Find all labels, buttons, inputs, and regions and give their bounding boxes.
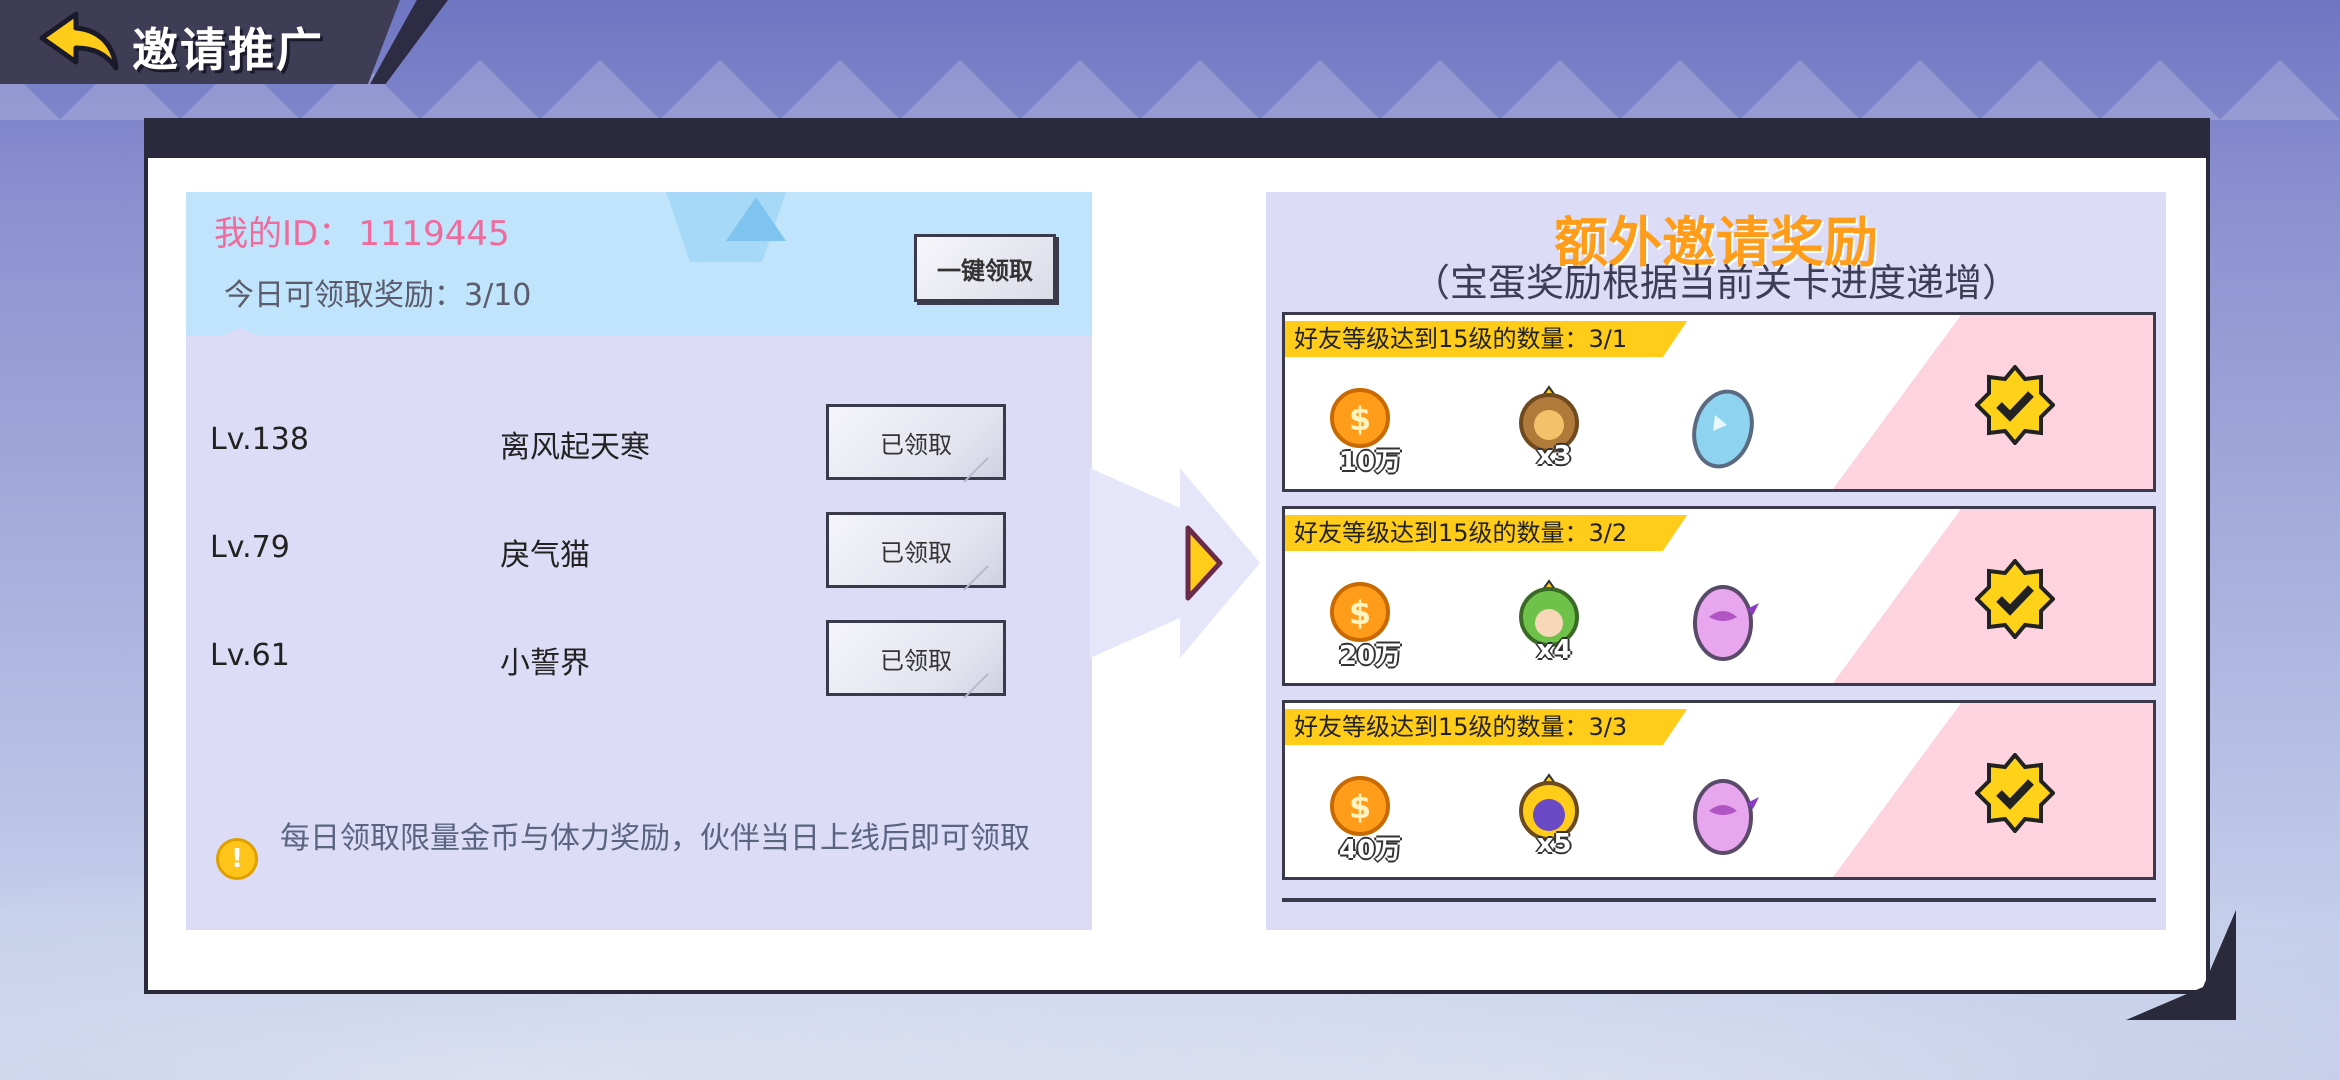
claimed-button[interactable]: 已领取 [826, 404, 1006, 480]
reward-condition: 好友等级达到15级的数量：3/3 [1285, 709, 1688, 745]
svg-text:$: $ [1349, 400, 1371, 438]
egg-reward[interactable] [1685, 385, 1765, 469]
hero-quantity: x4 [1536, 635, 1572, 665]
back-arrow-icon [39, 11, 119, 71]
friend-row: Lv.138 离风起天寒 已领取 [210, 404, 1050, 480]
reward-card: 好友等级达到15级的数量：3/2 $ 20万 x4 [1282, 506, 2156, 686]
purple-egg-icon [1693, 779, 1759, 855]
claim-all-button[interactable]: 一键领取 [914, 234, 1056, 302]
invite-friends-section: 我的ID： 1119445 今日可领取奖励：3/10 一键领取 Lv.138 离风… [186, 192, 1092, 930]
claimed-button[interactable]: 已领取 [826, 620, 1006, 696]
coin-reward[interactable]: $ 20万 [1325, 579, 1405, 671]
coin-amount: 20万 [1338, 641, 1402, 671]
transfer-arrow-icon [1090, 468, 1260, 658]
reward-condition: 好友等级达到15级的数量：3/2 [1285, 515, 1688, 551]
hero-reward[interactable]: x3 [1509, 385, 1589, 471]
info-note-text: 每日领取限量金币与体力奖励，伙伴当日上线后即可领取 [280, 821, 1030, 856]
friend-name: 小誓界 [500, 646, 590, 681]
egg-reward[interactable] [1685, 773, 1765, 855]
panel-top-bar [148, 122, 2206, 158]
back-button[interactable] [36, 8, 126, 74]
egg-reward[interactable] [1685, 579, 1765, 661]
blue-egg-icon [1692, 389, 1754, 469]
claimed-check-icon [1975, 559, 2055, 639]
extra-rewards-subtitle: （宝蛋奖励根据当前关卡进度递增） [1411, 261, 2020, 305]
svg-text:$: $ [1349, 594, 1371, 632]
hero-quantity: x3 [1536, 441, 1572, 471]
page-title: 邀请推广 [132, 23, 324, 77]
hero-reward[interactable]: x5 [1509, 773, 1589, 859]
next-card-edge [1282, 898, 2156, 902]
claimed-button[interactable]: 已领取 [826, 512, 1006, 588]
hero-reward[interactable]: x4 [1509, 579, 1589, 665]
reward-card: 好友等级达到15级的数量：3/3 $ 40万 x5 [1282, 700, 2156, 880]
coin-reward[interactable]: $ 10万 [1325, 385, 1405, 477]
friend-row: Lv.61 小誓界 已领取 [210, 620, 1050, 696]
friend-row: Lv.79 戾气猫 已领取 [210, 512, 1050, 588]
my-id-value[interactable]: 1119445 [358, 214, 509, 254]
exclamation-icon: ! [216, 838, 258, 880]
friend-name: 离风起天寒 [500, 430, 650, 465]
friend-level: Lv.138 [210, 422, 309, 457]
claimed-check-icon [1975, 753, 2055, 833]
hero-quantity: x5 [1536, 829, 1572, 859]
purple-egg-icon [1693, 585, 1759, 661]
coin-amount: 10万 [1338, 447, 1402, 477]
reward-condition: 好友等级达到15级的数量：3/1 [1285, 321, 1688, 357]
today-reward-count: 今日可领取奖励：3/10 [224, 278, 532, 313]
claimed-check-icon [1975, 365, 2055, 445]
coin-amount: 40万 [1338, 835, 1402, 865]
friend-level: Lv.79 [210, 530, 290, 565]
reward-card: 好友等级达到15级的数量：3/1 $ 10万 x3 [1282, 312, 2156, 492]
coin-reward[interactable]: $ 40万 [1325, 773, 1405, 865]
svg-text:$: $ [1349, 788, 1371, 826]
extra-rewards-section: 额外邀请奖励 （宝蛋奖励根据当前关卡进度递增） 好友等级达到15级的数量：3/1… [1266, 192, 2166, 930]
friend-level: Lv.61 [210, 638, 290, 673]
my-id-label: 我的ID： [214, 214, 353, 254]
my-id: 我的ID： 1119445 [214, 206, 510, 255]
friend-name: 戾气猫 [500, 538, 590, 573]
